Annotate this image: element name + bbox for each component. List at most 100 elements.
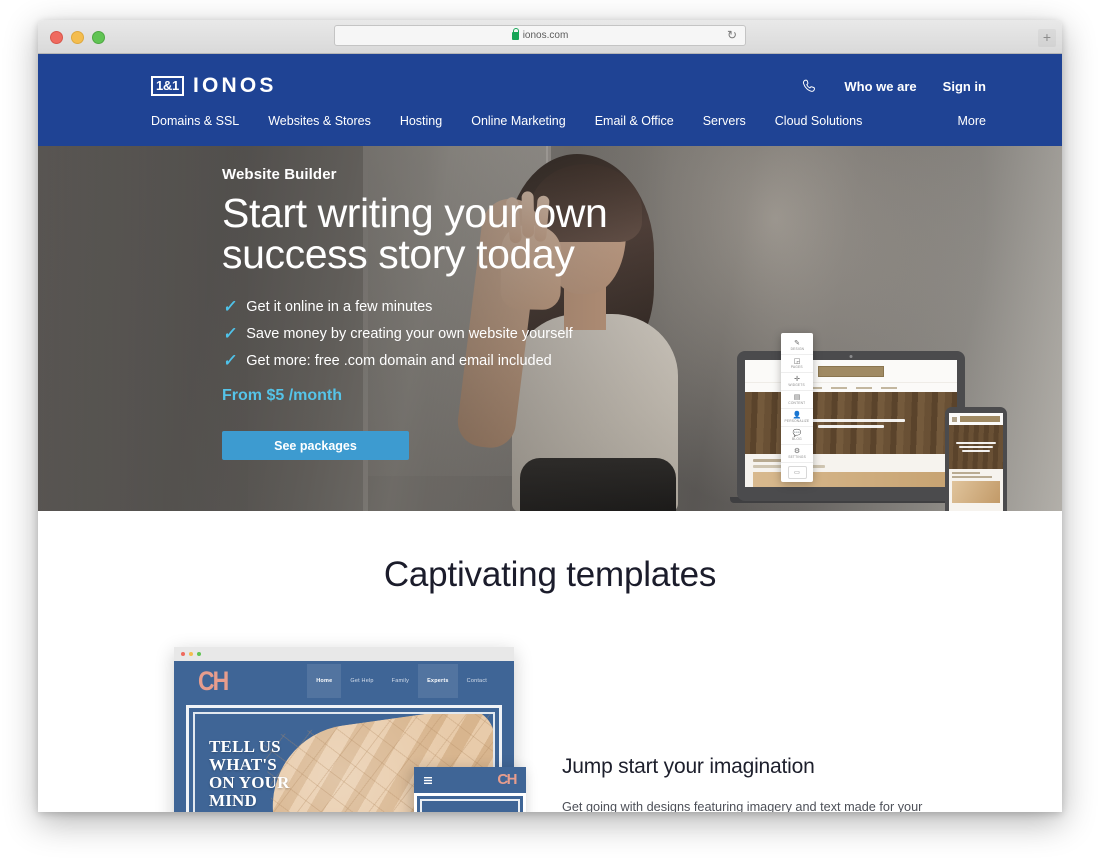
template-menu-item-experts[interactable]: Experts [418, 664, 458, 698]
preview-site-nav [745, 383, 957, 392]
website-builder-toolbar[interactable]: ✎ DESIGN ◲ PAGES ✛ WIDGETS ▤ CONTENT 👤 P… [781, 333, 813, 482]
plus-icon: ✛ [794, 376, 800, 383]
new-tab-button[interactable]: + [1038, 29, 1056, 47]
reload-icon[interactable]: ↻ [727, 29, 737, 42]
phone-screen [949, 413, 1003, 511]
sign-in-link[interactable]: Sign in [943, 79, 986, 94]
lock-icon [511, 28, 520, 40]
toolbar-item-design[interactable]: ✎ DESIGN [781, 337, 813, 355]
page-viewport: 1&1 IONOS Who we are Sign in Domains & S… [38, 54, 1062, 812]
close-window-button[interactable] [50, 31, 63, 44]
section-title: Captivating templates [383, 555, 717, 594]
template-menu-item-get-help[interactable]: Get Help [341, 664, 382, 698]
template-phone-mockup: CH TELL US WHAT'S [414, 767, 526, 812]
nav-item-hosting[interactable]: Hosting [400, 114, 442, 128]
site-header: 1&1 IONOS Who we are Sign in Domains & S… [38, 54, 1062, 146]
preview-phone-logo [960, 416, 1000, 422]
template-copy: Jump start your imagination Get going wi… [562, 647, 962, 812]
hero-bullet-item: ✓ Save money by creating your own websit… [222, 325, 607, 342]
minimize-window-button[interactable] [71, 31, 84, 44]
preview-phone-body-image [952, 481, 1000, 503]
preview-phone-topbar [949, 413, 1003, 425]
url-text: ionos.com [522, 30, 569, 41]
template-phone-hero: TELL US WHAT'S [414, 793, 526, 812]
nav-item-more[interactable]: More [958, 114, 986, 128]
toolbar-label: DESIGN [790, 347, 804, 352]
template-phone-nav: CH [414, 767, 526, 793]
device-mockup: ✎ DESIGN ◲ PAGES ✛ WIDGETS ▤ CONTENT 👤 P… [730, 333, 1007, 511]
nav-item-domains-ssl[interactable]: Domains & SSL [151, 114, 239, 128]
hero-bullet-item: ✓ Get more: free .com domain and email i… [222, 352, 607, 369]
hamburger-icon [952, 416, 957, 422]
toolbar-preview-button[interactable]: ▭ [787, 466, 807, 479]
toolbar-item-content[interactable]: ▤ CONTENT [781, 391, 813, 409]
template-phone-logo: CH [497, 771, 517, 788]
window-controls[interactable] [50, 31, 105, 44]
laptop-screen [745, 360, 957, 487]
template-site-nav: CH Home Get Help Family Experts Contact [174, 661, 514, 701]
toolbar-label: PERSONALIZE [784, 419, 810, 424]
toolbar-label: PAGES [791, 365, 803, 370]
nav-item-cloud-solutions[interactable]: Cloud Solutions [775, 114, 863, 128]
ionos-logo[interactable]: 1&1 IONOS [151, 74, 277, 98]
template-hero-headline: TELL US WHAT'S ON YOUR MIND [209, 738, 290, 810]
maximize-icon [197, 652, 201, 656]
nav-item-websites-stores[interactable]: Websites & Stores [268, 114, 371, 128]
content-icon: ▤ [793, 394, 801, 401]
phone-icon[interactable] [801, 78, 818, 95]
hero-content: Website Builder Start writing your own s… [222, 166, 608, 460]
nav-item-online-marketing[interactable]: Online Marketing [471, 114, 566, 128]
hero-bullet-text: Get it online in a few minutes [246, 299, 433, 315]
template-browser-chrome [174, 647, 514, 661]
headline-line-1: TELL US [209, 737, 281, 756]
toolbar-item-settings[interactable]: ⚙ SETTINGS [781, 445, 813, 463]
preview-hero-headline-line [797, 418, 905, 422]
template-menu-item-contact[interactable]: Contact [458, 664, 496, 698]
preview-phone-headline-line [956, 442, 996, 444]
preview-site-logo-bar [745, 360, 957, 383]
hero-bullet-item: ✓ Get it online in a few minutes [222, 298, 607, 315]
toolbar-item-personalize[interactable]: 👤 PERSONALIZE [781, 409, 813, 427]
hero-bullet-text: Get more: free .com domain and email inc… [246, 353, 552, 369]
laptop-device [737, 351, 965, 501]
template-menu-item-home[interactable]: Home [307, 664, 342, 698]
templates-section: Captivating templates CH Home Get Help F… [38, 511, 1062, 812]
person-icon: 👤 [792, 412, 802, 419]
nav-item-email-office[interactable]: Email & Office [595, 114, 674, 128]
address-bar-content: ionos.com [511, 28, 569, 41]
hero-bullet-list: ✓ Get it online in a few minutes ✓ Save … [222, 298, 607, 369]
copy-body: Get going with designs featuring imagery… [562, 800, 923, 812]
template-row: CH Home Get Help Family Experts Contact [38, 647, 1062, 812]
hero-section: Website Builder Start writing your own s… [38, 146, 1062, 511]
speech-bubble-icon: 💬 [792, 430, 802, 437]
toolbar-item-blog[interactable]: 💬 BLOG [781, 427, 813, 445]
preview-nav-item [855, 386, 872, 389]
see-packages-button[interactable]: See packages [222, 431, 409, 460]
minimize-icon [189, 652, 193, 656]
pencil-icon: ✎ [794, 340, 800, 347]
toolbar-label: CONTENT [788, 401, 806, 406]
preview-site-hero [745, 392, 957, 454]
preview-phone-headline-line [959, 446, 993, 448]
who-we-are-link[interactable]: Who we are [844, 79, 916, 94]
preview-phone-headline-line [962, 450, 990, 452]
template-preview: CH Home Get Help Family Experts Contact [174, 647, 526, 812]
preview-nav-item [880, 386, 897, 389]
preview-phone-hero [949, 425, 1003, 469]
preview-phone-body-line [952, 476, 992, 478]
hamburger-icon[interactable] [424, 776, 432, 784]
toolbar-item-pages[interactable]: ◲ PAGES [781, 355, 813, 373]
nav-item-servers[interactable]: Servers [703, 114, 746, 128]
main-navigation: Domains & SSL Websites & Stores Hosting … [151, 114, 986, 128]
preview-phone-body-line [952, 472, 980, 474]
gear-icon: ⚙ [793, 448, 801, 455]
toolbar-item-widgets[interactable]: ✛ WIDGETS [781, 373, 813, 391]
toolbar-label: SETTINGS [788, 455, 806, 460]
toolbar-label: WIDGETS [788, 383, 806, 388]
hero-bullet-text: Save money by creating your own website … [246, 326, 573, 342]
template-menu-item-family[interactable]: Family [383, 664, 418, 698]
address-bar[interactable]: ionos.com ↻ [334, 25, 746, 46]
logo-wordmark: IONOS [192, 74, 277, 97]
preview-site-body [745, 454, 957, 487]
maximize-window-button[interactable] [92, 31, 105, 44]
